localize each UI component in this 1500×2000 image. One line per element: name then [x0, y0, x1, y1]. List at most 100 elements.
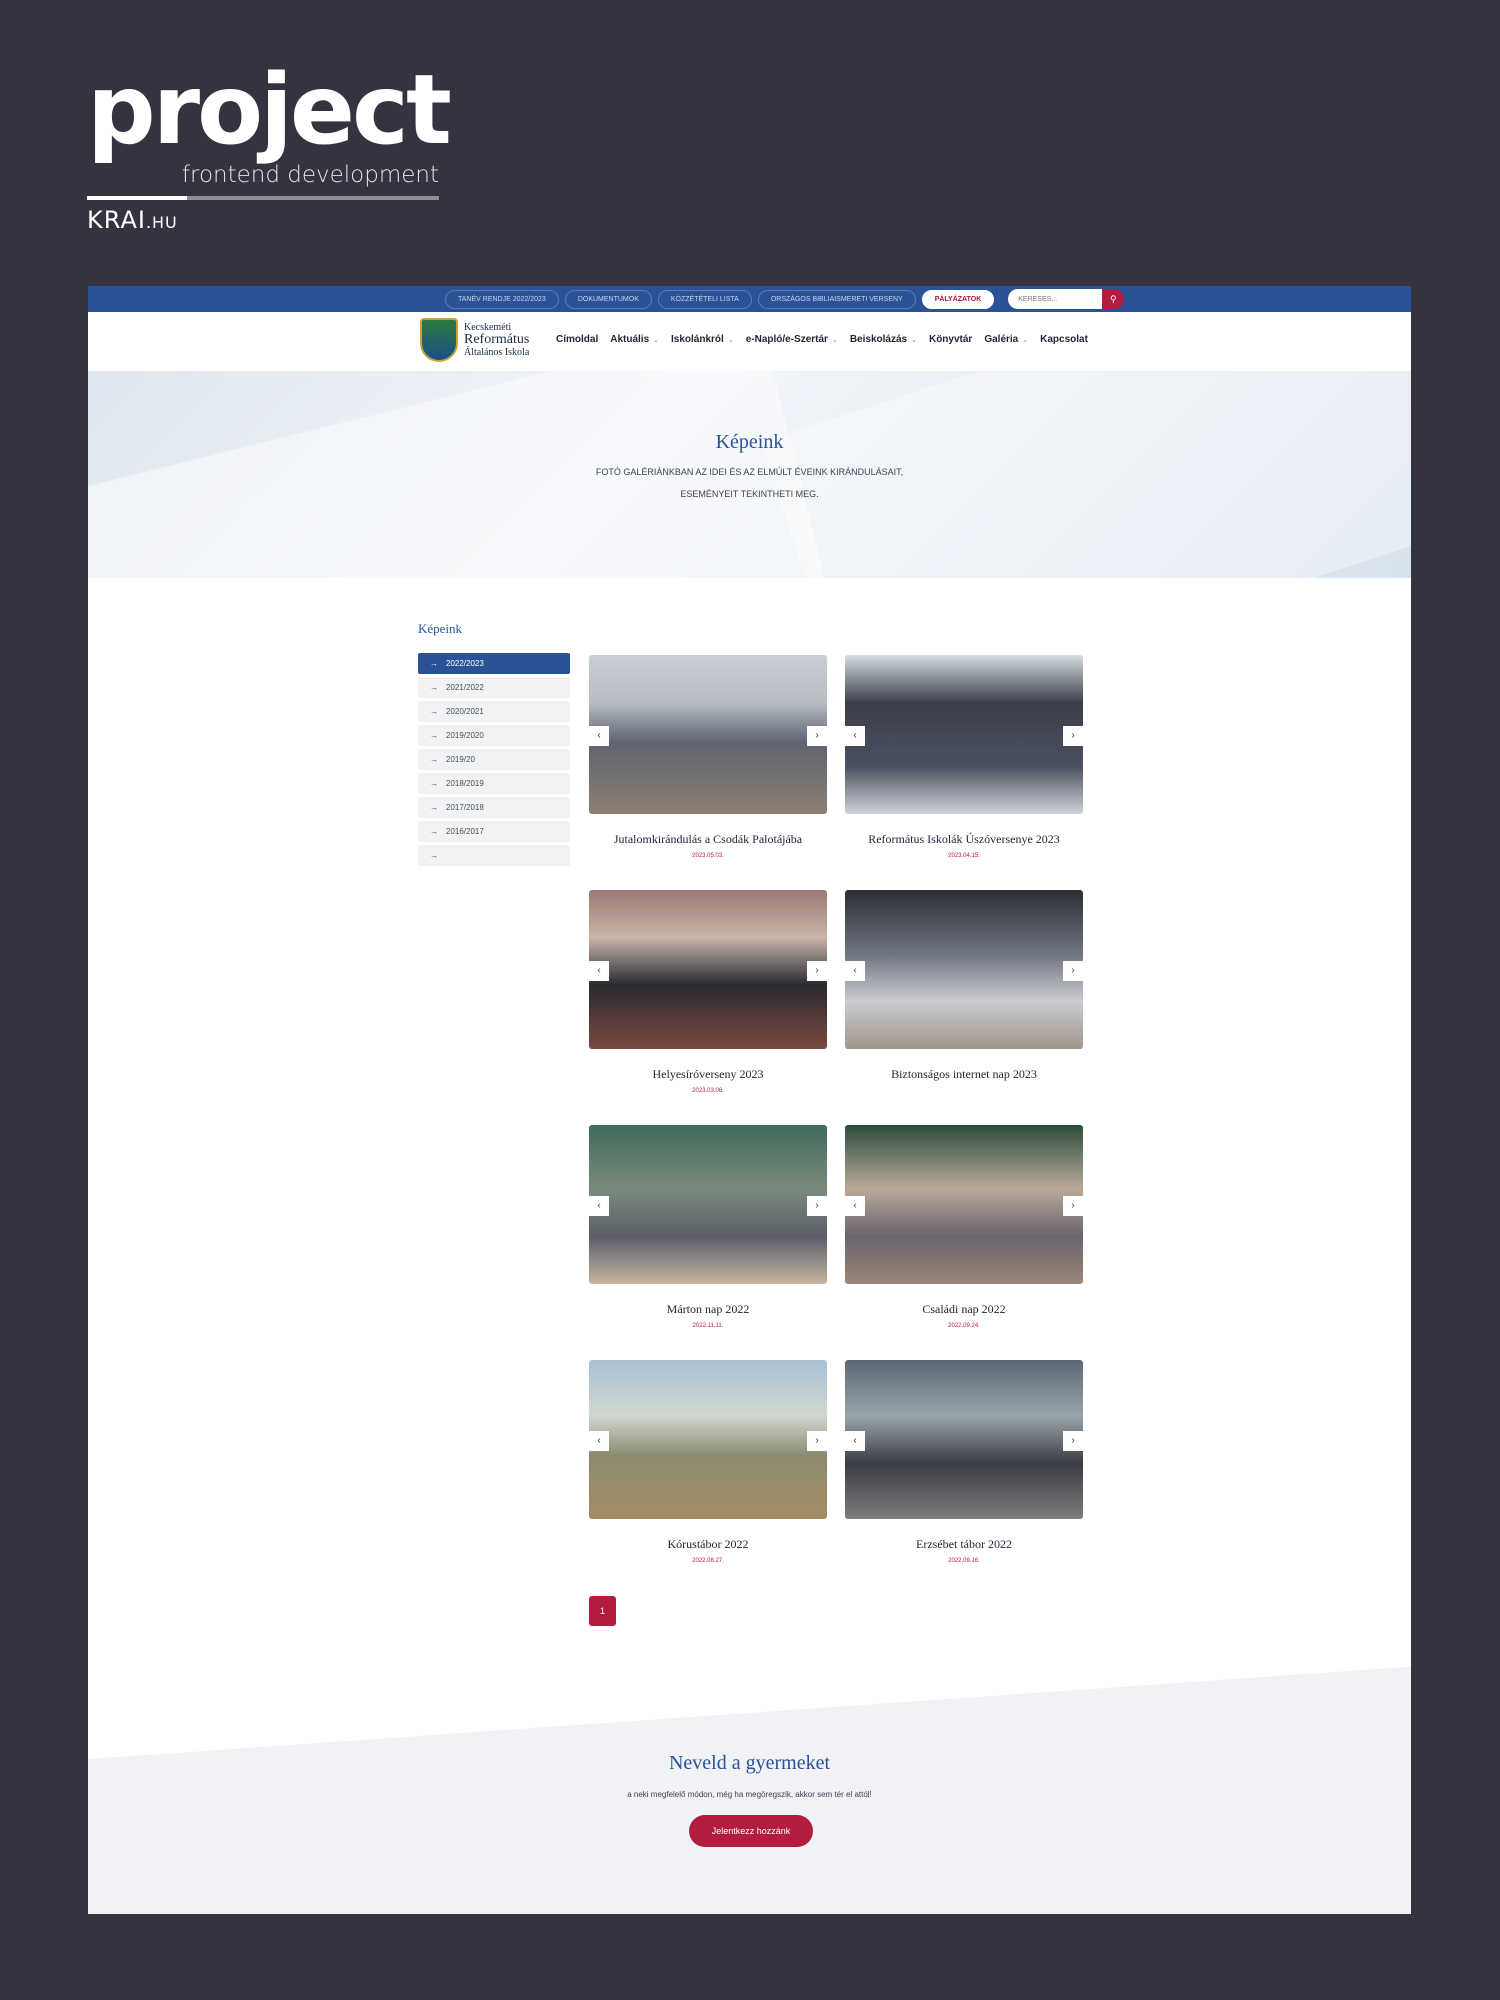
sidebar-item-label: 2016/2017 [446, 827, 484, 836]
sidebar-item-2019-20[interactable]: → 2019/20 [418, 749, 570, 770]
chevron-left-icon[interactable]: ‹ [845, 1431, 865, 1451]
sidebar-item-2020-2021[interactable]: → 2020/2021 [418, 701, 570, 722]
gallery-photo[interactable]: ‹ › [845, 1360, 1083, 1519]
menu-item-ediary[interactable]: e-Napló/e-Szertár ⌄ [746, 334, 838, 345]
gallery-card[interactable]: ‹ › Helyesíróverseny 2023 2023.03.06. [589, 890, 827, 1125]
menu-item-home[interactable]: Címoldal [556, 334, 598, 345]
chevron-left-icon[interactable]: ‹ [589, 1431, 609, 1451]
chevron-left-icon[interactable]: ‹ [589, 1196, 609, 1216]
menu-item-library[interactable]: Könyvtár [929, 334, 972, 345]
gallery-card-title[interactable]: Márton nap 2022 [589, 1302, 827, 1317]
chevron-left-icon[interactable]: ‹ [845, 726, 865, 746]
gallery-card-title[interactable]: Erzsébet tábor 2022 [845, 1537, 1083, 1552]
cta-section: Neveld a gyermeket a neki megfelelő módo… [88, 1650, 1411, 1914]
topbar-link-tenders[interactable]: PÁLYÁZATOK [921, 289, 995, 309]
topbar-link-documents[interactable]: DOKUMENTUMOK [564, 289, 652, 309]
chevron-down-icon: ⌄ [653, 336, 660, 344]
chevron-left-icon[interactable]: ‹ [845, 961, 865, 981]
chevron-left-icon[interactable]: ‹ [845, 1196, 865, 1216]
website-preview: TANÉV RENDJE 2022/2023 DOKUMENTUMOK KÖZZ… [88, 286, 1411, 1914]
topbar-link-bible-competition[interactable]: ORSZÁGOS BIBLIAISMERETI VERSENY [757, 289, 916, 309]
chevron-down-icon: ⌄ [831, 336, 838, 344]
gallery-card-title[interactable]: Református Iskolák Úszóversenye 2023 [845, 832, 1083, 847]
photo-gallery: ‹ › Jutalomkirándulás a Csodák Palotájába… [589, 655, 1083, 1595]
menu-item-contact[interactable]: Kapcsolat [1040, 334, 1088, 345]
menu-item-gallery[interactable]: Galéria ⌄ [984, 334, 1028, 345]
gallery-card[interactable]: ‹ › Családi nap 2022 2022.09.24. [845, 1125, 1083, 1360]
school-name: Kecskeméti Református Általános Iskola [464, 322, 529, 358]
krai-logo: KRAI.HU [87, 206, 439, 234]
project-logo: project [87, 54, 452, 166]
chevron-right-icon[interactable]: › [1063, 1196, 1083, 1216]
chevron-right-icon[interactable]: › [807, 1431, 827, 1451]
menu-item-enrollment[interactable]: Beiskolázás ⌄ [850, 334, 917, 345]
arrow-right-icon: → [430, 659, 438, 668]
sidebar-item-2016-2017[interactable]: → 2016/2017 [418, 821, 570, 842]
sidebar-item-2022-2023[interactable]: → 2022/2023 [418, 653, 570, 674]
school-name-line2: Református [464, 332, 530, 347]
menu-label: Könyvtár [928, 334, 973, 345]
gallery-card-date: 2022.09.24. [948, 1323, 980, 1329]
arrow-right-icon: → [430, 779, 438, 788]
menu-item-news[interactable]: Aktuális ⌄ [610, 334, 659, 345]
sidebar-item-2018-2019[interactable]: → 2018/2019 [418, 773, 570, 794]
search-input[interactable] [1008, 289, 1103, 309]
gallery-card-date: 2023.04.15. [948, 853, 980, 859]
school-logo[interactable]: Kecskeméti Református Általános Iskola [420, 318, 529, 362]
gallery-photo[interactable]: ‹ › [845, 890, 1083, 1049]
page-intro: FOTÓ GALÉRIÁNKBAN AZ IDEI ÉS AZ ELMÚLT É… [595, 467, 904, 499]
gallery-card-date: 2022.08.27. [692, 1558, 724, 1564]
menu-label: Iskolánkról [671, 334, 724, 345]
chevron-right-icon[interactable]: › [807, 726, 827, 746]
chevron-down-icon: ⌄ [911, 336, 917, 344]
krai-suffix: .HU [145, 213, 178, 232]
gallery-card[interactable]: ‹ › Biztonságos internet nap 2023 [845, 890, 1083, 1125]
search-icon: ⚲ [1109, 293, 1117, 304]
main-menu: Címoldal Aktuális ⌄ Iskolánkról ⌄ e-Napló/… [556, 334, 1088, 345]
chevron-right-icon[interactable]: › [1063, 1431, 1083, 1451]
gallery-photo[interactable]: ‹ › [589, 655, 827, 814]
gallery-photo[interactable]: ‹ › [589, 890, 827, 1049]
apply-button[interactable]: Jelentkezz hozzánk [689, 1815, 813, 1847]
sidebar-item-2021-2022[interactable]: → 2021/2022 [418, 677, 570, 698]
page-hero: Képeink FOTÓ GALÉRIÁNKBAN AZ IDEI ÉS AZ … [88, 371, 1411, 578]
gallery-card-title[interactable]: Jutalomkirándulás a Csodák Palotájába [589, 832, 827, 847]
year-sidebar: → 2022/2023 → 2021/2022 → 2020/2021 → 2019/2… [418, 653, 570, 869]
search-button[interactable]: ⚲ [1102, 289, 1125, 309]
topbar-link-school-year[interactable]: TANÉV RENDJE 2022/2023 [445, 289, 559, 309]
menu-item-about[interactable]: Iskolánkról ⌄ [671, 334, 734, 345]
pagination-page-1[interactable]: 1 [589, 1596, 616, 1626]
menu-label: Kapcsolat [1040, 334, 1088, 345]
gallery-photo[interactable]: ‹ › [589, 1125, 827, 1284]
chevron-right-icon[interactable]: › [1063, 726, 1083, 746]
gallery-card-title[interactable]: Kórustábor 2022 [589, 1537, 827, 1552]
branding-divider [87, 196, 439, 200]
sidebar-item-2019-2020[interactable]: → 2019/2020 [418, 725, 570, 746]
chevron-right-icon[interactable]: › [807, 961, 827, 981]
sidebar-title: Képeink [418, 621, 463, 636]
main-navbar: Kecskeméti Református Általános Iskola C… [88, 312, 1411, 371]
sidebar-item-empty[interactable]: → [418, 845, 570, 866]
chevron-right-icon[interactable]: › [807, 1196, 827, 1216]
gallery-card[interactable]: ‹ › Erzsébet tábor 2022 2022.09.16. [845, 1360, 1083, 1595]
gallery-card-title[interactable]: Biztonságos internet nap 2023 [845, 1067, 1083, 1082]
chevron-left-icon[interactable]: ‹ [589, 961, 609, 981]
gallery-card[interactable]: ‹ › Jutalomkirándulás a Csodák Palotájába… [589, 655, 827, 890]
gallery-photo[interactable]: ‹ › [845, 655, 1083, 814]
menu-label: Beiskolázás [849, 334, 908, 345]
gallery-card[interactable]: ‹ › Kórustábor 2022 2022.08.27. [589, 1360, 827, 1595]
gallery-photo[interactable]: ‹ › [589, 1360, 827, 1519]
gallery-photo[interactable]: ‹ › [845, 1125, 1083, 1284]
arrow-right-icon: → [430, 851, 438, 860]
topbar-link-public-list[interactable]: KÖZZÉTÉTELI LISTA [657, 289, 752, 309]
gallery-card-title[interactable]: Helyesíróverseny 2023 [589, 1067, 827, 1082]
chevron-left-icon[interactable]: ‹ [589, 726, 609, 746]
gallery-card[interactable]: ‹ › Református Iskolák Úszóversenye 2023 … [845, 655, 1083, 890]
gallery-card-title[interactable]: Családi nap 2022 [845, 1302, 1083, 1317]
portfolio-branding: project frontend development KRAI.HU [87, 54, 452, 234]
gallery-card-date: 2023.03.06. [692, 1088, 724, 1094]
gallery-card[interactable]: ‹ › Márton nap 2022 2022.11.11. [589, 1125, 827, 1360]
sidebar-item-2017-2018[interactable]: → 2017/2018 [418, 797, 570, 818]
sidebar-item-label: 2018/2019 [446, 779, 484, 788]
chevron-right-icon[interactable]: › [1063, 961, 1083, 981]
